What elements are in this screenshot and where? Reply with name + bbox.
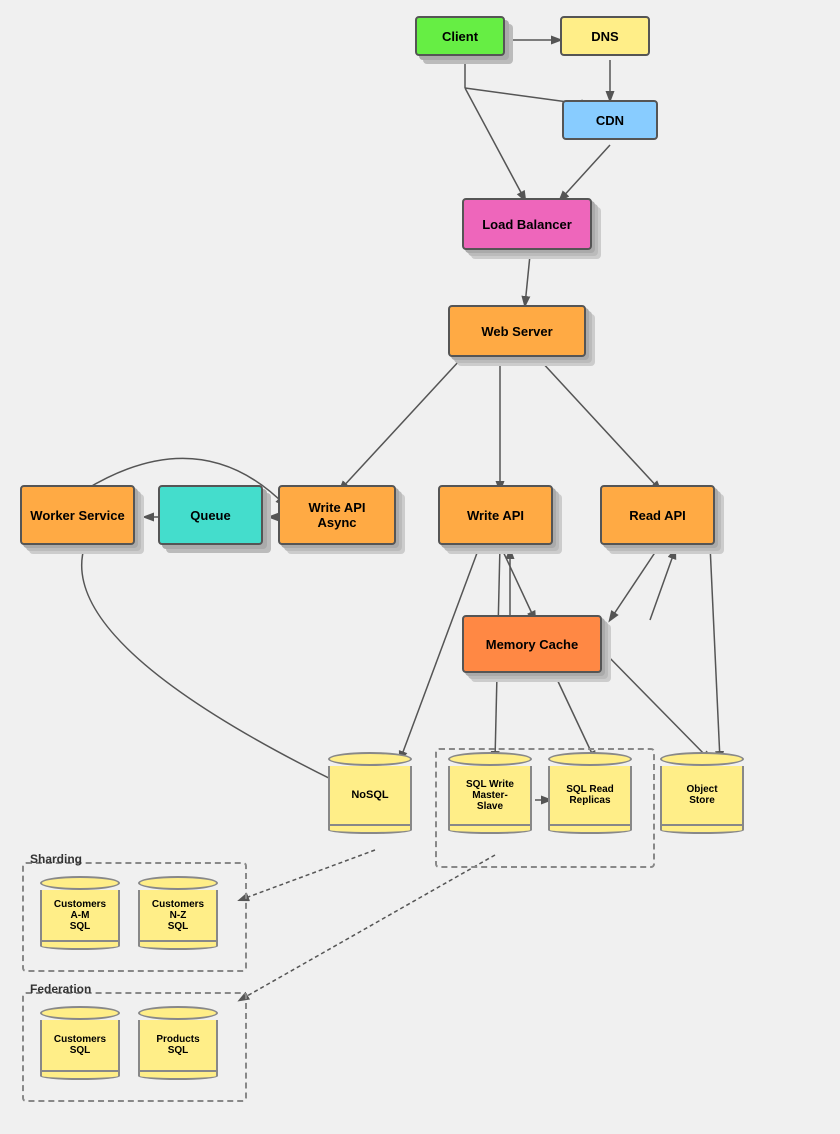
writeapi-label: Write API	[467, 508, 524, 523]
sharding-label: Sharding	[30, 852, 82, 866]
objectstore-label: Object Store	[686, 784, 717, 806]
architecture-diagram: Client DNS CDN Load Balancer Web Server …	[0, 0, 840, 1134]
customers-nz-label: Customers N-Z SQL	[152, 899, 204, 932]
queue-node: Queue	[158, 485, 263, 545]
products-sql-label: Products SQL	[156, 1034, 199, 1056]
workerservice-label: Worker Service	[30, 508, 124, 523]
dns-node: DNS	[560, 16, 650, 56]
readapi-label: Read API	[629, 508, 686, 523]
webserver-node: Web Server	[448, 305, 586, 357]
sqlread-node: SQL Read Replicas	[548, 752, 632, 834]
nosql-label: NoSQL	[351, 789, 388, 801]
dns-label: DNS	[591, 29, 618, 44]
sqlwrite-label: SQL Write Master- Slave	[466, 779, 514, 812]
customers-sql-node: Customers SQL	[40, 1006, 120, 1080]
loadbalancer-node: Load Balancer	[462, 198, 592, 250]
federation-label: Federation	[30, 982, 91, 996]
webserver-label: Web Server	[481, 324, 552, 339]
customers-sql-label: Customers SQL	[54, 1034, 106, 1056]
objectstore-node: Object Store	[660, 752, 744, 834]
memorycache-node: Memory Cache	[462, 615, 602, 673]
client-node: Client	[415, 16, 505, 56]
nosql-node: NoSQL	[328, 752, 412, 834]
customers-am-node: Customers A-M SQL	[40, 876, 120, 950]
sqlread-label: SQL Read Replicas	[566, 784, 614, 806]
products-sql-node: Products SQL	[138, 1006, 218, 1080]
sqlwrite-node: SQL Write Master- Slave	[448, 752, 532, 834]
readapi-node: Read API	[600, 485, 715, 545]
queue-label: Queue	[190, 508, 230, 523]
customers-am-label: Customers A-M SQL	[54, 899, 106, 932]
memorycache-label: Memory Cache	[486, 637, 578, 652]
writeapiasync-node: Write API Async	[278, 485, 396, 545]
cdn-label: CDN	[596, 113, 624, 128]
client-label: Client	[442, 29, 478, 44]
customers-nz-node: Customers N-Z SQL	[138, 876, 218, 950]
writeapiasync-label: Write API Async	[308, 500, 365, 530]
writeapi-node: Write API	[438, 485, 553, 545]
workerservice-node: Worker Service	[20, 485, 135, 545]
loadbalancer-label: Load Balancer	[482, 217, 572, 232]
cdn-node: CDN	[562, 100, 658, 140]
